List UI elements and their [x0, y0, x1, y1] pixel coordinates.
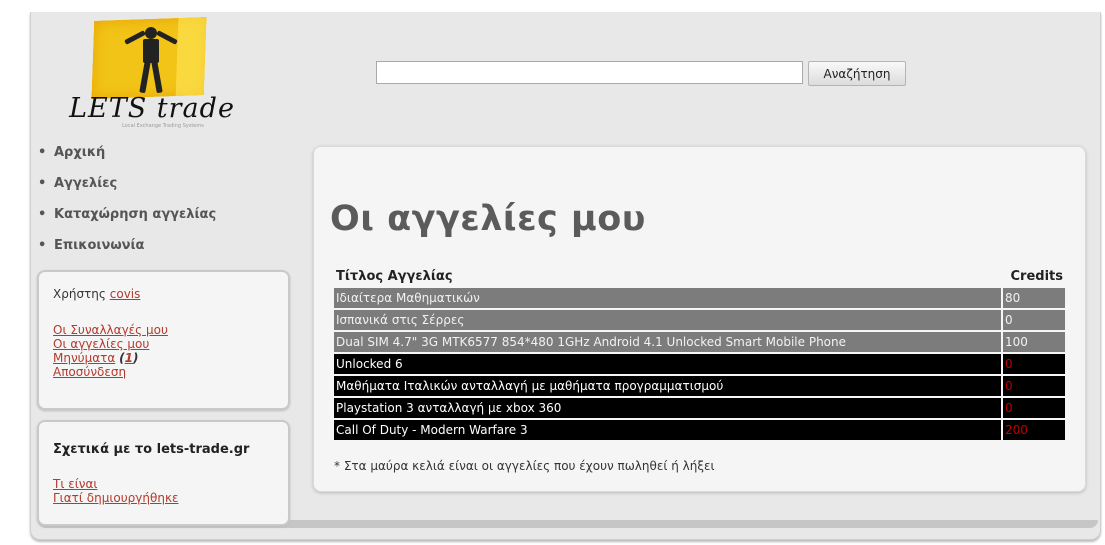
- messages-line: Μηνύματα (1): [53, 351, 139, 365]
- nav-item-label: Αγγελίες: [54, 176, 118, 191]
- ad-title-cell[interactable]: Playstation 3 ανταλλαγή με xbox 360: [334, 398, 1003, 418]
- messages-link[interactable]: Μηνύματα: [53, 351, 115, 365]
- table-footnote: * Στα μαύρα κελιά είναι οι αγγελίες που …: [334, 459, 715, 473]
- main-nav: • Αρχική • Αγγελίες • Καταχώρηση αγγελίας •…: [38, 144, 288, 268]
- why-created-link[interactable]: Γιατί δημιουργήθηκε: [53, 491, 288, 505]
- username-link[interactable]: covis: [110, 287, 141, 301]
- ad-credits-cell: 80: [1003, 288, 1065, 308]
- user-box: Χρήστης covis Οι Συναλλαγές μου Οι αγγελ…: [37, 270, 290, 410]
- table-row[interactable]: Ισπανικά στις Σέρρες 0: [334, 310, 1065, 330]
- nav-item-label: Επικοινωνία: [54, 238, 145, 253]
- site-logo[interactable]: LETS trade Local Exchange Trading System…: [60, 17, 240, 129]
- logo-figure-icon: [124, 27, 178, 97]
- main-panel: Οι αγγελίες μου Τίτλος Αγγελίας Credits …: [313, 146, 1086, 492]
- ad-credits-cell: 0: [1003, 398, 1065, 418]
- ad-title-cell[interactable]: Ισπανικά στις Σέρρες: [334, 310, 1003, 330]
- ad-title-cell[interactable]: Unlocked 6: [334, 354, 1003, 374]
- search-input[interactable]: [376, 61, 803, 84]
- page-title: Οι αγγελίες μου: [330, 199, 646, 239]
- ad-credits-cell: 0: [1003, 354, 1065, 374]
- column-header-title: Τίτλος Αγγελίας: [336, 268, 453, 284]
- nav-item-home[interactable]: • Αρχική: [38, 144, 288, 175]
- table-row[interactable]: Unlocked 60: [334, 354, 1065, 374]
- my-transactions-link[interactable]: Οι Συναλλαγές μου: [53, 323, 288, 337]
- column-header-credits: Credits: [1010, 268, 1063, 284]
- nav-item-label: Αρχική: [54, 145, 106, 160]
- table-header-row: Τίτλος Αγγελίας Credits: [334, 266, 1065, 286]
- ad-title-cell[interactable]: Call Of Duty - Modern Warfare 3: [334, 420, 1003, 440]
- about-box: Σχετικά με το lets-trade.gr Τι είναι Για…: [37, 420, 290, 526]
- table-row[interactable]: Μαθήματα Ιταλικών ανταλλαγή με μαθήματα …: [334, 376, 1065, 396]
- logout-link[interactable]: Αποσύνδεση: [53, 365, 288, 379]
- ads-table-body: Ιδιαίτερα Μαθηματικών 80 Ισπανικά στις Σέρ…: [334, 288, 1065, 440]
- table-row[interactable]: Dual SIM 4.7" 3G MTK6577 854*480 1GHz An…: [334, 332, 1065, 352]
- what-is-link[interactable]: Τι είναι: [53, 477, 288, 491]
- ad-title-cell[interactable]: Ιδιαίτερα Μαθηματικών: [334, 288, 1003, 308]
- ad-title-cell[interactable]: Dual SIM 4.7" 3G MTK6577 854*480 1GHz An…: [334, 332, 1003, 352]
- logo-wordmark: LETS trade: [69, 93, 235, 124]
- ad-credits-cell: 0: [1003, 376, 1065, 396]
- messages-count-link[interactable]: 1: [125, 351, 133, 365]
- user-line: Χρήστης covis: [53, 287, 288, 301]
- table-row[interactable]: Call Of Duty - Modern Warfare 3 200: [334, 420, 1065, 440]
- nav-item-ads[interactable]: • Αγγελίες: [38, 175, 288, 206]
- nav-item-contact[interactable]: • Επικοινωνία: [38, 237, 288, 268]
- table-row[interactable]: Playstation 3 ανταλλαγή με xbox 360 0: [334, 398, 1065, 418]
- nav-item-label: Καταχώρηση αγγελίας: [54, 207, 217, 222]
- ad-credits-cell: 0: [1003, 310, 1065, 330]
- ad-title-cell[interactable]: Μαθήματα Ιταλικών ανταλλαγή με μαθήματα …: [334, 376, 1003, 396]
- user-prefix: Χρήστης: [53, 287, 106, 301]
- ad-credits-cell: 200: [1003, 420, 1065, 440]
- table-row[interactable]: Ιδιαίτερα Μαθηματικών 80: [334, 288, 1065, 308]
- logo-tagline: Local Exchange Trading Systems: [122, 123, 204, 129]
- about-title: Σχετικά με το lets-trade.gr: [53, 442, 250, 457]
- user-links: Οι Συναλλαγές μου Οι αγγελίες μου Μηνύμα…: [53, 323, 288, 379]
- nav-item-post-ad[interactable]: • Καταχώρηση αγγελίας: [38, 206, 288, 237]
- search-button[interactable]: Αναζήτηση: [808, 61, 906, 86]
- my-ads-link[interactable]: Οι αγγελίες μου: [53, 337, 288, 351]
- ad-credits-cell: 100: [1003, 332, 1065, 352]
- ads-table: Τίτλος Αγγελίας Credits Ιδιαίτερα Μαθημα…: [334, 264, 1065, 442]
